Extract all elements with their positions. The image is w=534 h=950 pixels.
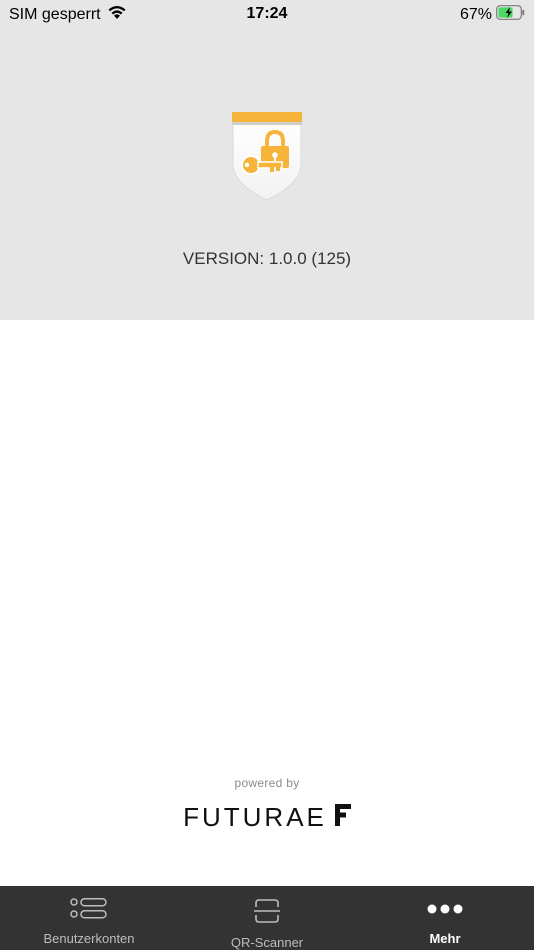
tab-label-qr-scanner: QR-Scanner [230, 935, 304, 950]
status-bar: SIM gesperrt 17:24 67% [0, 0, 534, 30]
powered-by-label: powered by [234, 776, 300, 790]
shield-lock-key-icon [229, 110, 305, 202]
battery-charging-icon [496, 5, 526, 25]
tab-qr-scanner[interactable]: QR-Scanner [178, 886, 356, 950]
status-right: 67% [460, 5, 526, 25]
accounts-list-icon [70, 898, 108, 925]
brand-name: FUTURAE [183, 802, 327, 832]
qr-scanner-icon [254, 898, 280, 929]
tab-label-mehr: Mehr [429, 931, 461, 946]
version-label: VERSION: 1.0.0 (125) [182, 249, 352, 268]
brand-logo: FUTURAE [0, 802, 534, 833]
tab-benutzerkonten[interactable]: Benutzerkonten [0, 886, 178, 950]
tab-label-benutzerkonten: Benutzerkonten [43, 931, 135, 946]
app-info-header: VERSION: 1.0.0 (125) [0, 30, 534, 320]
tab-mehr[interactable]: Mehr [356, 886, 534, 950]
more-dots-icon [426, 898, 464, 925]
app-screen: SIM gesperrt 17:24 67% VERSION: 1.0.0 (1… [0, 0, 534, 950]
futurae-f-icon [334, 804, 351, 831]
tab-bar: Benutzerkonten QR-Scanner Mehr [0, 886, 534, 950]
status-time: 17:24 [246, 5, 288, 22]
battery-percent: 67% [459, 6, 492, 23]
